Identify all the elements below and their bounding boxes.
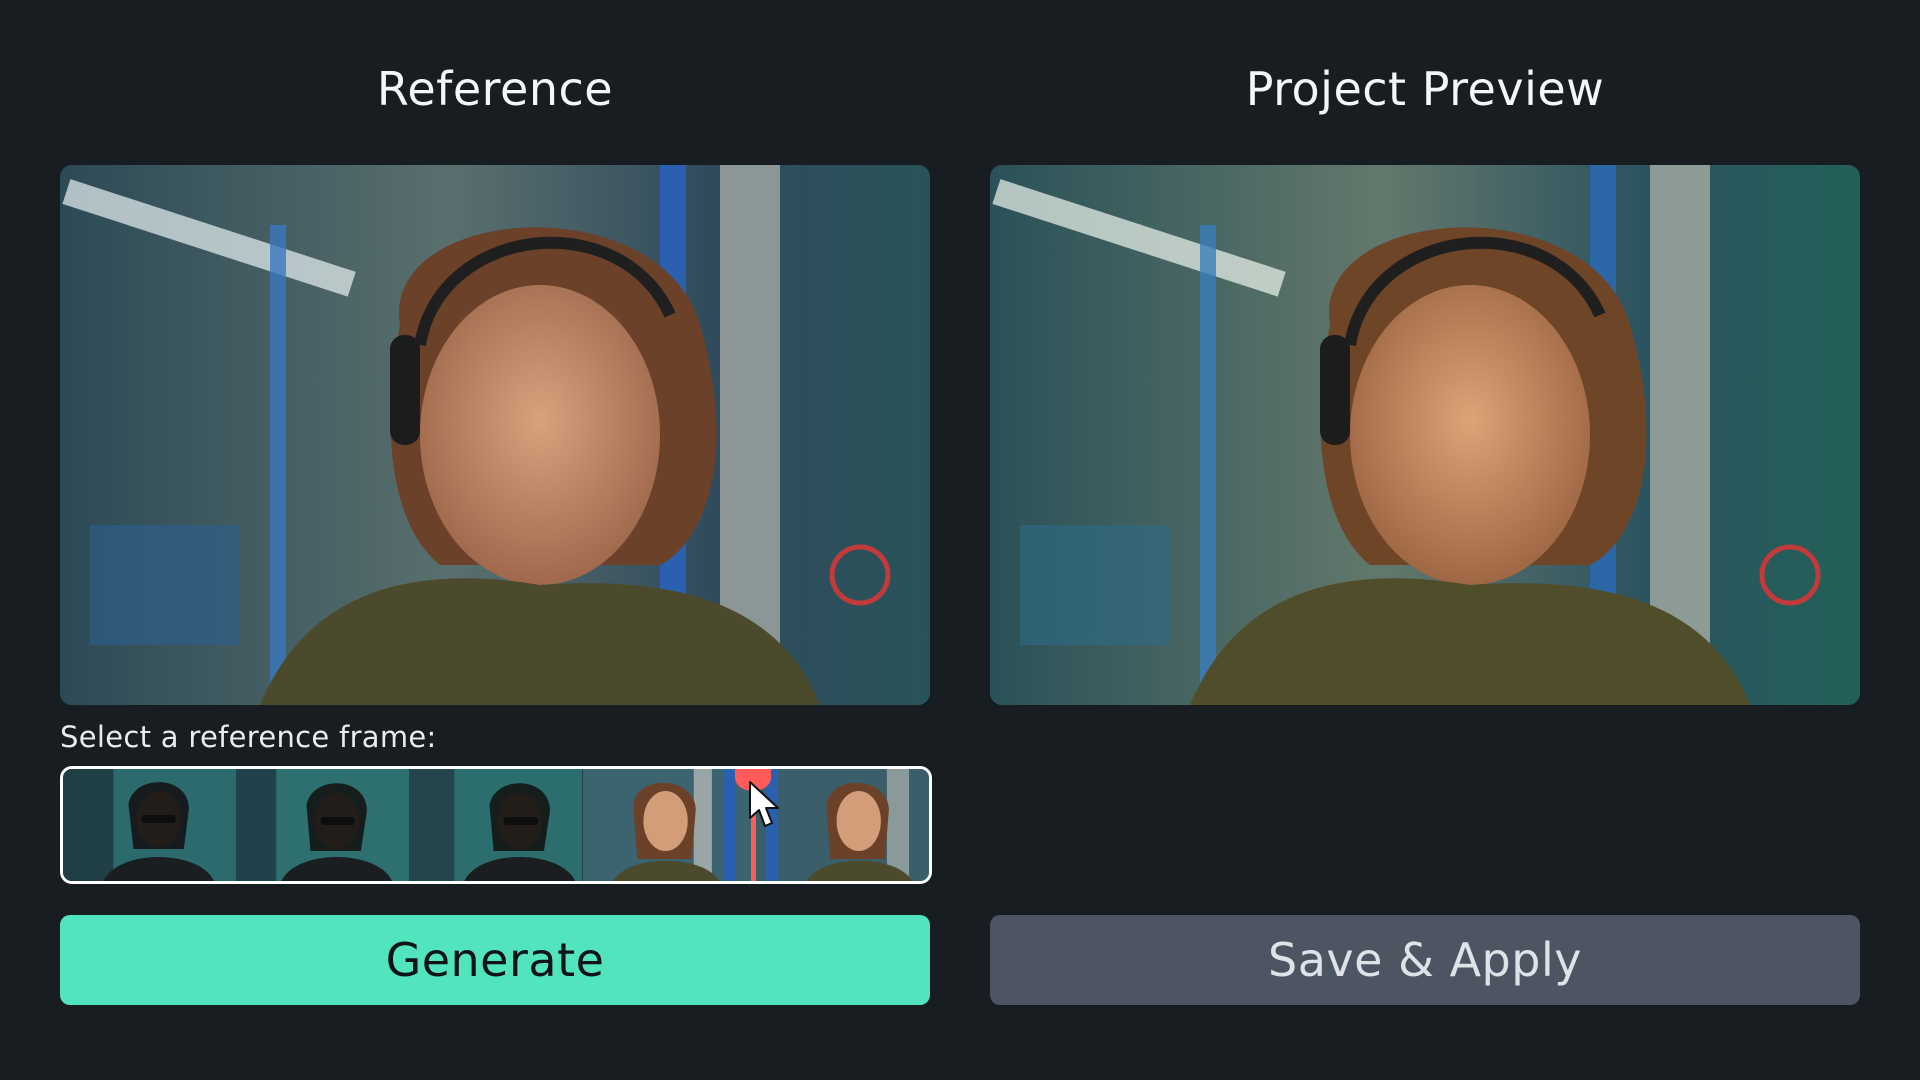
- filmstrip-frame[interactable]: [409, 769, 583, 881]
- save-apply-button[interactable]: Save & Apply: [990, 915, 1860, 1005]
- mouse-pointer-icon: [749, 781, 779, 827]
- select-reference-frame-label: Select a reference frame:: [60, 720, 437, 754]
- color-match-screen: Reference Project Preview Select a refer…: [0, 0, 1920, 1080]
- project-preview-video-frame: [990, 165, 1860, 705]
- reference-title: Reference: [376, 62, 614, 116]
- reference-frame-filmstrip[interactable]: [60, 766, 932, 884]
- filmstrip-frame[interactable]: [236, 769, 410, 881]
- reference-video-frame: [60, 165, 930, 705]
- project-preview-title: Project Preview: [1245, 62, 1605, 116]
- filmstrip-frame[interactable]: [63, 769, 237, 881]
- filmstrip-frame[interactable]: [582, 769, 756, 881]
- generate-button[interactable]: Generate: [60, 915, 930, 1005]
